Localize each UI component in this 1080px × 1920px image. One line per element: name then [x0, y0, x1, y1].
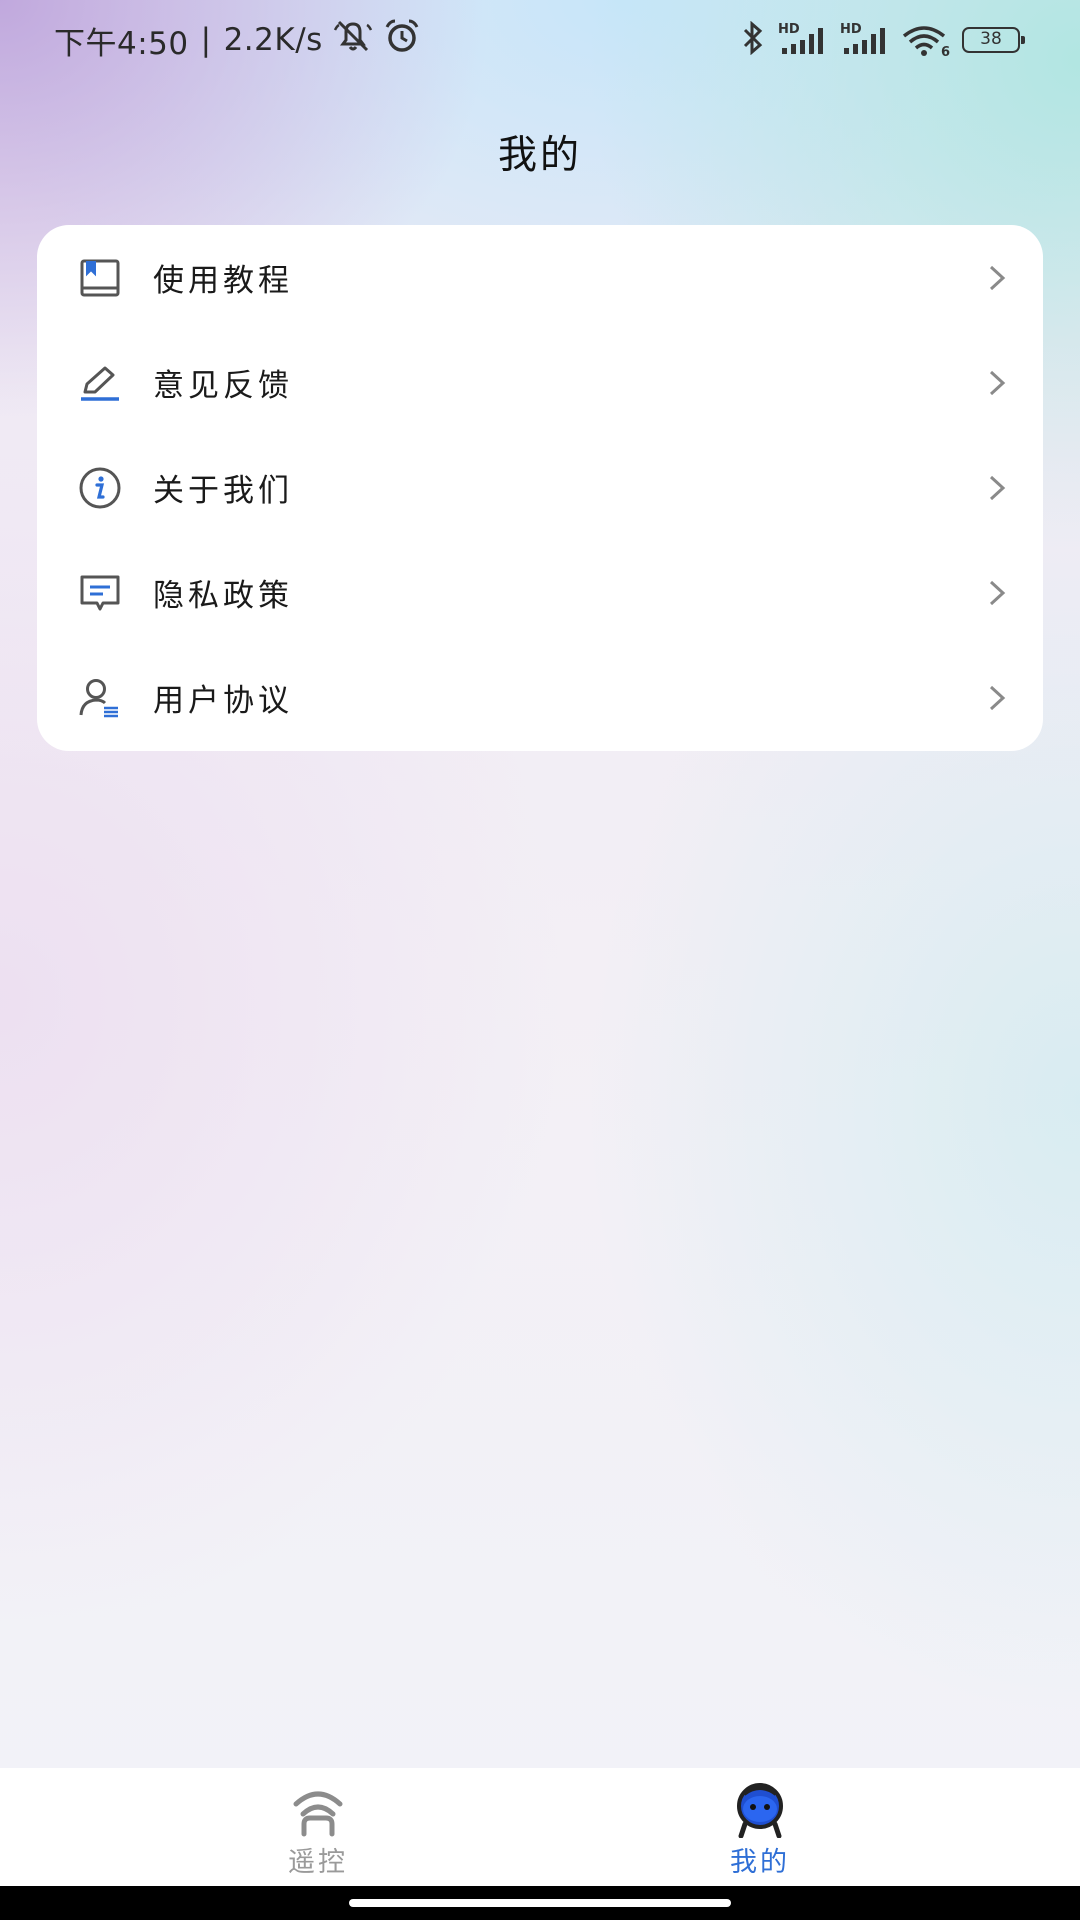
battery-icon: 38 [962, 27, 1025, 53]
chevron-right-icon [985, 578, 1009, 608]
tab-mine[interactable]: 我的 [660, 1768, 860, 1886]
robot-avatar-icon [732, 1782, 788, 1839]
mute-bell-icon [333, 18, 373, 62]
signal-icon: HD [840, 22, 888, 58]
page-title: 我的 [497, 133, 582, 178]
status-net-speed: 2.2K/s [223, 22, 323, 58]
document-icon [77, 570, 123, 616]
wifi-icon: 6 [902, 22, 950, 60]
info-icon [77, 465, 123, 511]
signal-icon: HD [778, 22, 826, 58]
book-icon [77, 255, 123, 301]
menu-item-label: 意见反馈 [153, 368, 293, 404]
menu-item-label: 使用教程 [153, 263, 293, 299]
wifi-sub-label: 6 [940, 45, 950, 60]
tab-remote[interactable]: 遥控 [218, 1768, 418, 1886]
pen-edit-icon [77, 360, 123, 406]
menu-card: 使用教程 意见反馈 关于我们 隐私政策 用户协议 [37, 225, 1043, 751]
bottom-nav: 遥控 我的 [0, 1768, 1080, 1886]
status-left: 下午4:50 | 2.2K/s [54, 18, 421, 62]
status-separator: | [200, 22, 212, 58]
tab-label: 遥控 [288, 1847, 348, 1878]
chevron-right-icon [985, 683, 1009, 713]
chevron-right-icon [985, 263, 1009, 293]
bluetooth-icon [742, 20, 764, 59]
tab-label: 我的 [730, 1847, 790, 1878]
chevron-right-icon [985, 368, 1009, 398]
menu-item-label: 关于我们 [153, 473, 293, 509]
menu-item-user-agreement[interactable]: 用户协议 [37, 645, 1043, 750]
chevron-right-icon [985, 473, 1009, 503]
home-indicator[interactable] [349, 1899, 731, 1907]
menu-item-label: 用户协议 [153, 683, 293, 719]
system-navigation-bar [0, 1886, 1080, 1920]
menu-item-privacy[interactable]: 隐私政策 [37, 540, 1043, 645]
remote-icon [290, 1782, 346, 1838]
menu-item-tutorial[interactable]: 使用教程 [37, 225, 1043, 330]
menu-item-about[interactable]: 关于我们 [37, 435, 1043, 540]
user-agreement-icon [77, 675, 123, 721]
status-right: HD HD 6 38 [742, 18, 1025, 62]
alarm-icon [383, 18, 421, 62]
status-bar: 下午4:50 | 2.2K/s HD HD 6 38 [0, 0, 1080, 80]
menu-item-label: 隐私政策 [153, 578, 293, 614]
status-time: 下午4:50 [54, 25, 189, 62]
menu-item-feedback[interactable]: 意见反馈 [37, 330, 1043, 435]
